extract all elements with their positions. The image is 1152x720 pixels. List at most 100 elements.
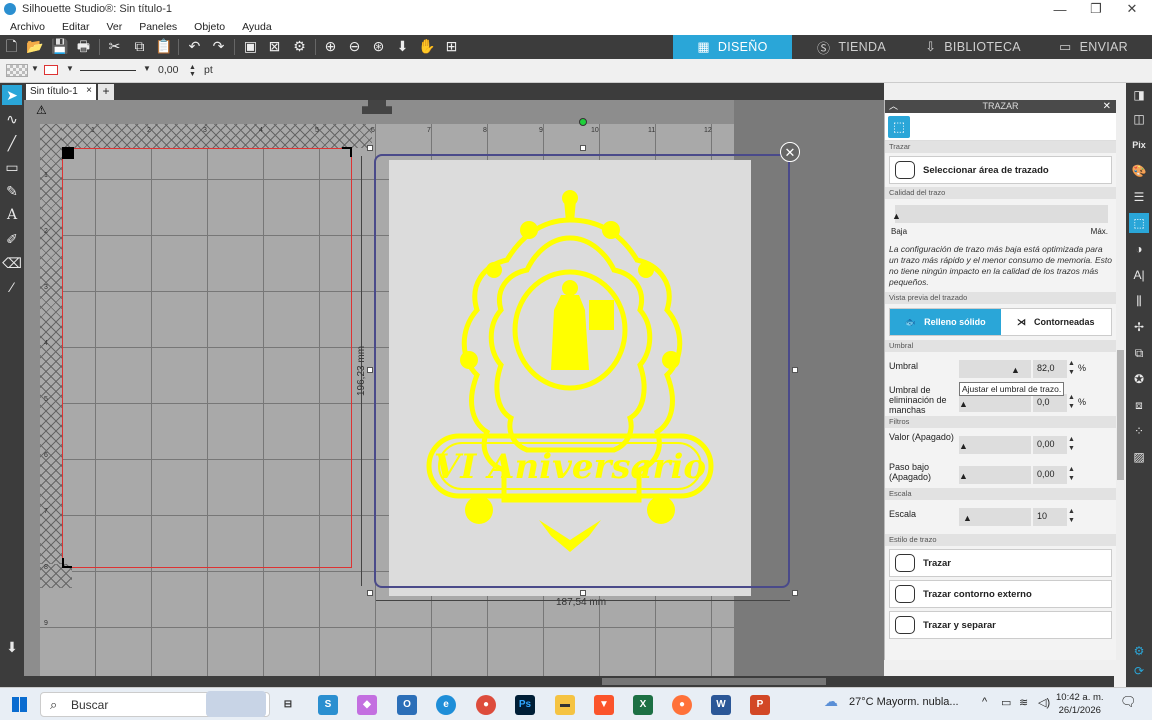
save-icon[interactable]: 💾 [51,38,68,55]
close-window-button[interactable]: ✕ [1114,0,1150,18]
resize-handle[interactable] [792,590,798,596]
tab-enviar[interactable]: ▭ ENVIAR [1035,35,1152,59]
offset-icon[interactable]: ⧈ [1129,395,1149,415]
rotate-handle[interactable] [579,118,587,126]
open-folder-icon[interactable]: 📂 [26,38,43,55]
group-icon[interactable]: ▣ [242,38,259,55]
text-tool-icon[interactable]: A [2,205,22,225]
scale-stepper[interactable]: ▲ ▼ [1068,507,1075,525]
collapse-panel-icon[interactable]: ︿ [889,100,898,113]
photoshop-icon[interactable]: Ps [515,695,535,715]
trace-outer-edge-button[interactable]: Trazar contorno externo [889,580,1112,608]
lowpass-filter-slider[interactable]: ▲ [959,466,1031,484]
text-style-icon[interactable]: A| [1129,265,1149,285]
task-view-icon[interactable]: ⊟ [278,695,298,715]
copilot-icon[interactable]: ◆ [357,695,377,715]
send-icon[interactable]: ◫ [1129,109,1149,129]
resize-handle[interactable] [792,367,798,373]
powerpoint-icon[interactable]: P [750,695,770,715]
pixscan-icon[interactable]: Pix [1129,135,1149,155]
taskbar-clock[interactable]: 10:42 a. m. 26/1/2026 [1056,691,1104,717]
fit-page-icon[interactable]: ⊞ [443,38,460,55]
transparency-icon[interactable]: ◑ [1129,239,1149,259]
tab-document[interactable]: Sin título-1 × [26,84,96,100]
word-icon[interactable]: W [711,695,731,715]
fill-pattern-swatch[interactable] [6,64,28,77]
excel-icon[interactable]: X [633,695,653,715]
weather-text[interactable]: 27°C Mayorm. nubla... [849,696,959,708]
threshold-stepper[interactable]: ▲ ▼ [1068,359,1075,377]
slider-thumb-icon[interactable]: ▲ [892,211,901,221]
cut-icon[interactable]: ✂ [106,38,123,55]
file-explorer-icon[interactable]: ▬ [555,695,575,715]
scale-slider[interactable]: ▲ [959,508,1031,526]
chevron-down-icon[interactable]: ▼ [66,64,74,73]
threshold-input[interactable]: 82,0 [1033,360,1067,378]
zoom-in-icon[interactable]: ⊕ [322,38,339,55]
select-trace-area-button[interactable]: Seleccionar área de trazado [889,156,1112,184]
zoom-select-icon[interactable]: ⊛ [370,38,387,55]
menu-paneles[interactable]: Paneles [139,21,177,33]
trace-and-detach-button[interactable]: Trazar y separar [889,611,1112,639]
line-tool-icon[interactable]: ╱ [2,133,22,153]
fill-color-icon[interactable]: 🎨 [1129,161,1149,181]
panel-scroll-thumb[interactable] [1117,350,1124,480]
eraser-tool-icon[interactable]: ⌫ [2,253,22,273]
value-filter-slider[interactable]: ▲ [959,436,1031,454]
lowpass-filter-input[interactable]: 0,00 [1033,466,1067,484]
chevron-down-icon[interactable]: ▼ [31,64,39,73]
outlook-icon[interactable]: O [397,695,417,715]
slider-thumb-icon[interactable]: ▲ [959,399,968,409]
sync-icon[interactable]: ⟳ [1129,661,1149,681]
notification-icon[interactable]: 🗨 [1120,694,1137,710]
line-color-swatch[interactable] [44,65,58,75]
select-arrow-icon[interactable]: ➤ [2,85,22,105]
edge-icon[interactable]: e [436,695,456,715]
slider-thumb-icon[interactable]: ▲ [959,441,968,451]
silhouette-taskbar-icon[interactable]: S [318,695,338,715]
line-width-stepper[interactable]: ▲ ▼ [189,64,196,78]
panel-scrollbar[interactable] [1116,100,1125,660]
menu-ayuda[interactable]: Ayuda [242,21,272,33]
resize-handle[interactable] [580,590,586,596]
search-highlight-image[interactable] [206,691,266,717]
lowpass-filter-stepper[interactable]: ▲ ▼ [1068,465,1075,483]
pencil-tool-icon[interactable]: ✎ [2,181,22,201]
pan-hand-icon[interactable]: ✋ [418,38,435,55]
menu-editar[interactable]: Editar [62,21,89,33]
knife-tool-icon[interactable]: ✐ [2,229,22,249]
speckle-slider[interactable]: ▲ [959,394,1031,412]
library-panel-icon[interactable]: ⬇ [2,637,22,657]
rectangle-tool-icon[interactable]: ▭ [2,157,22,177]
brave-icon[interactable]: ▼ [594,695,614,715]
align-icon[interactable]: ⫼ [1129,291,1149,311]
slider-thumb-icon[interactable]: ▲ [959,471,968,481]
speckle-input[interactable]: 0,0 [1033,394,1067,412]
tab-diseno[interactable]: ▦ DISEÑO [673,35,792,59]
redo-icon[interactable]: ↷ [210,38,227,55]
canvas-scrollbar[interactable] [24,676,1114,687]
menu-ver[interactable]: Ver [106,21,122,33]
add-tab-button[interactable]: + [98,84,114,100]
design-canvas[interactable]: 1 2 3 4 5 6 7 8 9 10 11 12 1 2 3 4 5 6 7… [24,100,884,676]
copy-icon[interactable]: ⧉ [131,38,148,55]
trace-panel-icon[interactable]: ⬚ [888,116,910,138]
quality-slider[interactable]: ▲ [892,205,1108,223]
minimize-button[interactable]: — [1042,0,1078,18]
zoom-out-icon[interactable]: ⊖ [346,38,363,55]
weather-cloud-icon[interactable]: ☁ [824,693,838,710]
eyedropper-icon[interactable]: ⁄ [2,277,22,297]
close-panel-icon[interactable]: ✕ [1103,100,1111,113]
resize-handle[interactable] [580,145,586,151]
line-style-icon[interactable]: ☰ [1129,187,1149,207]
wifi-icon[interactable]: ≋ [1019,696,1028,709]
scale-input[interactable]: 10 [1033,508,1067,526]
close-selection-icon[interactable]: ✕ [780,142,800,162]
value-filter-stepper[interactable]: ▲ ▼ [1068,435,1075,453]
settings-icon[interactable]: ⚙ [1129,641,1149,661]
trace-button[interactable]: Trazar [889,549,1112,577]
undo-icon[interactable]: ↶ [186,38,203,55]
slider-thumb-icon[interactable]: ▲ [1011,365,1020,375]
close-tab-icon[interactable]: × [86,85,92,96]
slider-thumb-icon[interactable]: ▲ [963,513,972,523]
